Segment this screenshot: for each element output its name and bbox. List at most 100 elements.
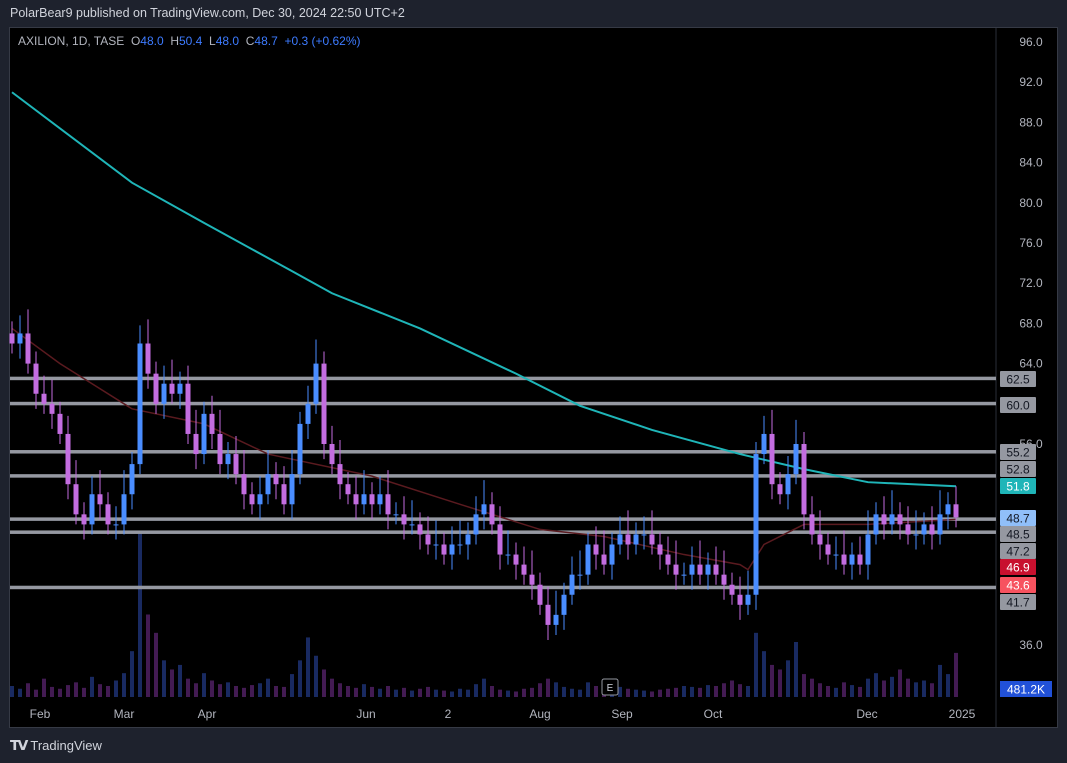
candle-body [841,554,847,565]
level-label: 60.0 [1006,399,1030,413]
price-tick-label: 84.0 [1019,156,1043,170]
volume-bar [538,683,542,697]
candle-body [153,373,159,404]
volume-bar [802,674,806,697]
tradingview-brand[interactable]: 𝗧𝗩 TradingView [10,737,102,754]
candle-body [881,514,887,525]
volume-bar [730,680,734,697]
candle-body [793,444,799,475]
candle-body [289,474,295,505]
price-tick-label: 88.0 [1019,115,1043,129]
volume-bar [818,683,822,697]
candle-body [89,494,95,525]
volume-bar [858,686,862,697]
support-resistance-line [10,530,996,534]
volume-bar [154,632,158,697]
candle-body [137,343,143,465]
volume-bar [98,684,102,697]
volume-bar [530,687,534,697]
volume-bar [26,683,30,697]
volume-bar [722,683,726,697]
candle-body [425,534,431,545]
candle-body [777,484,783,495]
candle-body [601,554,607,565]
open-value: 48.0 [140,34,164,48]
candle-body [145,343,151,374]
volume-bar [370,686,374,697]
volume-bar [794,642,798,697]
volume-bar [170,669,174,697]
volume-bar [514,691,518,697]
time-tick-label: Feb [30,707,51,721]
high-value: 50.4 [178,34,203,48]
level-label: 48.5 [1006,528,1030,542]
candle-body [689,564,695,575]
candle-body [201,413,207,455]
volume-bar [586,682,590,697]
volume-bar [330,678,334,697]
price-tick-label: 76.0 [1019,236,1043,250]
volume-bar [82,687,86,697]
volume-bar [162,660,166,697]
candle-body [97,494,103,505]
volume-bar [386,686,390,697]
volume-bar [498,689,502,697]
symbol-name: AXILION, 1D, TASE [18,34,125,48]
candle-body [489,504,495,525]
candle-body [537,584,543,605]
volume-bar [490,686,494,697]
volume-bar [618,686,622,697]
candle-body [593,544,599,555]
volume-bar [674,687,678,697]
candle-body [849,554,855,565]
candle-body [481,504,487,515]
volume-bar [434,689,438,697]
candle-body [273,474,279,485]
candle-body [769,433,775,485]
candle-body [681,574,687,576]
volume-bar [282,686,286,697]
volume-bar [146,614,150,697]
low-value: 48.0 [215,34,240,48]
volume-bar [658,689,662,697]
candle-body [641,534,647,536]
candle-body [233,454,239,475]
volume-bar [874,673,878,697]
candle-body [257,494,263,505]
candle-body [737,594,743,605]
candle-body [441,544,447,555]
candle-body [217,433,223,465]
candle-body [433,544,439,546]
volume-bar [90,676,94,697]
price-chart[interactable]: 96.092.088.084.080.076.072.068.064.056.0… [0,0,1067,763]
volume-bar [450,691,454,697]
candle-body [633,534,639,545]
volume-bar [522,688,526,697]
volume-bar [234,686,238,697]
candle-body [865,534,871,565]
candle-body [913,534,919,536]
high-label: H [170,34,179,48]
volume-bar [186,678,190,697]
candle-body [569,574,575,595]
volume-bar [938,664,942,697]
volume-bar [762,651,766,697]
candle-body [73,484,79,515]
candle-body [41,393,47,404]
volume-bar [258,683,262,697]
candle-body [105,504,111,525]
volume-bar [738,684,742,697]
volume-bar [410,690,414,697]
volume-bar [578,689,582,697]
price-tick-label: 92.0 [1019,75,1043,89]
candle-body [937,514,943,535]
candle-body [345,484,351,495]
volume-bar [106,686,110,697]
candle-body [393,514,399,516]
volume-bar [866,678,870,697]
volume-bar [130,651,134,697]
candle-body [241,474,247,495]
volume-bar [842,682,846,697]
volume-bar [898,669,902,697]
support-resistance-line [10,585,996,590]
